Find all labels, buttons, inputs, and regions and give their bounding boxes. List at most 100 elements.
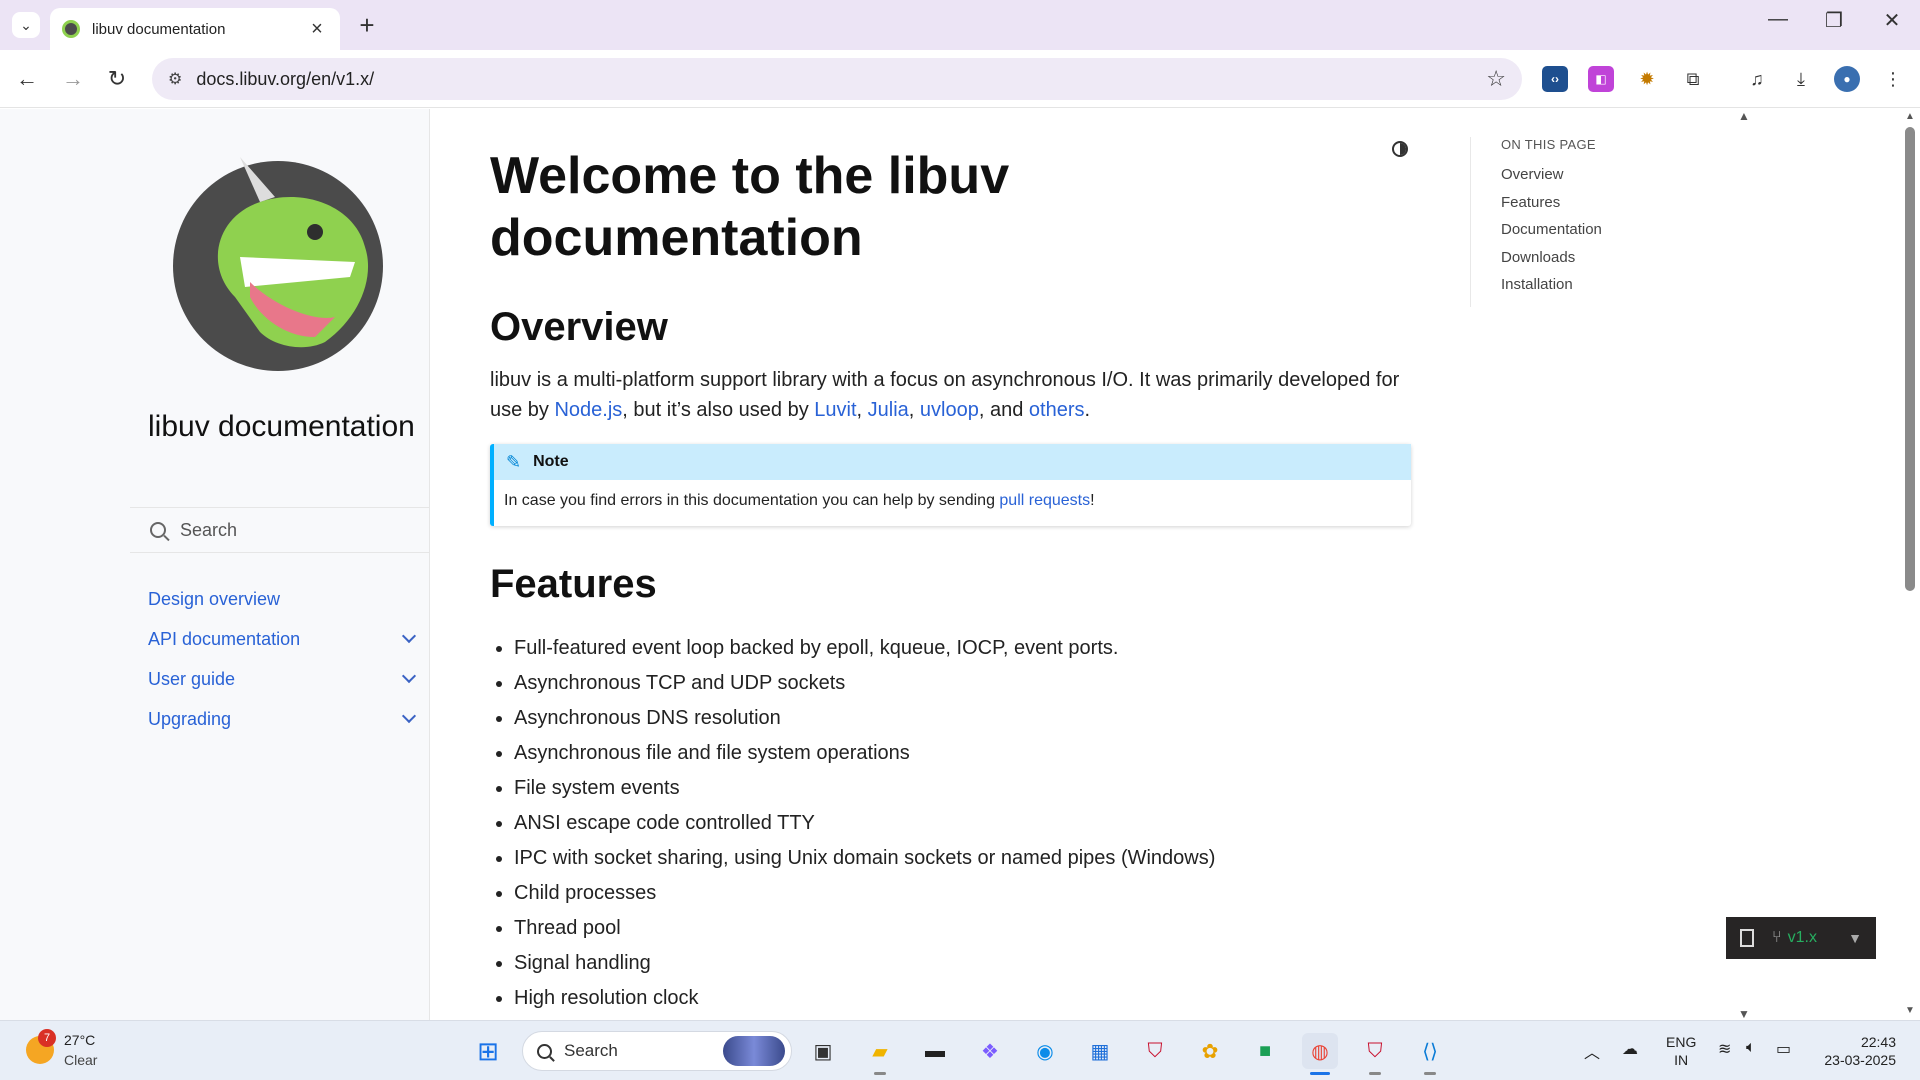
extension-code-icon[interactable]: ‹› (1542, 66, 1568, 92)
reload-icon: ↻ (107, 66, 127, 91)
mcafee-icon[interactable]: ⛉ (1137, 1033, 1173, 1069)
libuv-favicon-icon (62, 20, 80, 38)
page-scrollbar[interactable]: ▲ ▼ (1900, 109, 1920, 1020)
onedrive-cloud-icon[interactable]: ☁ (1622, 1039, 1638, 1059)
mcafee-security-icon[interactable]: ⛉ (1357, 1033, 1393, 1075)
scroll-down-arrow-icon[interactable]: ▼ (1905, 1005, 1915, 1016)
wifi-icon[interactable]: ≋ (1718, 1039, 1731, 1059)
profile-avatar[interactable]: ● (1834, 66, 1860, 92)
link-julia[interactable]: Julia (868, 399, 909, 421)
weather-temperature[interactable]: 27°C (64, 1032, 95, 1048)
sidebar-item-api-documentation[interactable]: API documentation (148, 619, 420, 659)
link-nodejs[interactable]: Node.js (554, 399, 622, 421)
sidebar-item-design-overview[interactable]: Design overview (148, 579, 420, 619)
list-item: Child processes (514, 876, 1414, 911)
file-explorer-icon[interactable]: ▰ (862, 1033, 898, 1075)
list-item: Signal handling (514, 946, 1414, 981)
tab-title: libuv documentation (92, 20, 226, 38)
edge-browser-icon[interactable]: ◉ (1027, 1033, 1063, 1069)
terminal-icon[interactable]: ▬ (917, 1033, 953, 1069)
restore-window-button[interactable]: ❐ (1814, 8, 1854, 33)
site-info-icon[interactable]: ⚙ (168, 69, 182, 89)
browser-menu-icon[interactable]: ⋮ (1880, 66, 1906, 92)
note-body: In case you find errors in this document… (504, 492, 1095, 509)
scrollbar-thumb[interactable] (1905, 127, 1915, 591)
libuv-logo[interactable] (165, 147, 391, 373)
show-hidden-icons-chevron-icon[interactable]: ︿ (1584, 1039, 1600, 1063)
note-header: ✎ Note (494, 444, 1411, 480)
toc-scroll-up-icon[interactable]: ▲ (1738, 109, 1750, 123)
downloads-icon[interactable]: ⤓ (1788, 66, 1814, 92)
address-bar[interactable]: ⚙ docs.libuv.org/en/v1.x/ ☆ (152, 58, 1522, 100)
chevron-down-icon[interactable] (401, 628, 417, 644)
photos-icon[interactable]: ✿ (1192, 1033, 1228, 1069)
list-item: IPC with socket sharing, using Unix doma… (514, 841, 1414, 876)
scroll-up-arrow-icon[interactable]: ▲ (1905, 111, 1915, 122)
reload-button[interactable]: ↻ (100, 62, 134, 96)
site-title[interactable]: libuv documentation (148, 409, 418, 445)
toc-item-installation[interactable]: Installation (1501, 276, 1670, 304)
link-others[interactable]: others (1029, 399, 1085, 421)
link-luvit[interactable]: Luvit (814, 399, 856, 421)
list-item: High resolution clock (514, 981, 1414, 1016)
theme-toggle-icon[interactable] (1392, 141, 1408, 157)
extension-pink-icon[interactable]: ◧ (1588, 66, 1614, 92)
minimize-window-button[interactable]: — (1758, 8, 1798, 31)
microsoft-store-icon[interactable]: ▦ (1082, 1033, 1118, 1069)
media-controls-icon[interactable]: ♫ (1744, 66, 1770, 92)
tab-search-button[interactable]: ⌄ (12, 12, 40, 38)
input-language[interactable]: ENG IN (1666, 1033, 1696, 1069)
google-meet-icon[interactable]: ■ (1247, 1033, 1283, 1069)
toc-scroll-down-icon[interactable]: ▼ (1738, 1007, 1750, 1020)
browser-tab[interactable]: libuv documentation × (50, 8, 340, 50)
close-window-button[interactable]: ✕ (1872, 8, 1912, 33)
sidebar-search[interactable] (130, 507, 430, 553)
windows-start-icon[interactable]: ⊞ (470, 1033, 506, 1069)
sidebar-item-user-guide[interactable]: User guide (148, 659, 420, 699)
link-uvloop[interactable]: uvloop (920, 399, 979, 421)
url-text[interactable]: docs.libuv.org/en/v1.x/ (196, 69, 1486, 90)
close-tab-icon[interactable]: × (306, 18, 328, 41)
extensions-puzzle-icon[interactable]: ⧉ (1680, 66, 1706, 92)
bookmark-star-icon[interactable]: ☆ (1486, 66, 1506, 92)
sidebar-item-label[interactable]: Design overview (148, 589, 280, 610)
docs-sidebar: libuv documentation Design overview API … (0, 109, 430, 1020)
chevron-down-icon[interactable] (401, 668, 417, 684)
chevron-down-icon: ⌄ (20, 16, 32, 33)
vscode-icon[interactable]: ⟨⟩ (1412, 1033, 1448, 1075)
forward-button[interactable]: → (56, 62, 90, 96)
language-code: ENG (1666, 1034, 1697, 1050)
battery-icon[interactable]: ▭ (1776, 1039, 1791, 1059)
taskbar-search[interactable]: Search (522, 1031, 792, 1071)
windows-taskbar: 7 27°C Clear ⊞ Search ▣ ▰ ▬ ❖ ◉ ▦ ⛉ ✿ ■ … (0, 1020, 1920, 1080)
extension-bug-icon[interactable]: ✹ (1634, 66, 1660, 92)
volume-icon[interactable]: 🔈︎ (1746, 1039, 1756, 1057)
back-button[interactable]: ← (10, 62, 44, 96)
caret-down-icon: ▼ (1848, 930, 1862, 946)
running-indicator (874, 1072, 886, 1075)
toc-item-documentation[interactable]: Documentation (1501, 221, 1670, 249)
weather-condition[interactable]: Clear (64, 1052, 97, 1068)
features-list: Full-featured event loop backed by epoll… (514, 631, 1414, 1016)
chevron-down-icon[interactable] (401, 708, 417, 724)
version-selector[interactable]: ⑂ v1.x ▼ (1726, 917, 1876, 959)
region-code: IN (1674, 1052, 1689, 1068)
search-input[interactable] (180, 519, 410, 541)
copilot-icon[interactable]: ❖ (972, 1033, 1008, 1069)
overview-heading: Overview (490, 305, 668, 349)
link-pull-requests[interactable]: pull requests (999, 492, 1090, 509)
sidebar-item-label[interactable]: API documentation (148, 629, 300, 650)
sidebar-item-label[interactable]: Upgrading (148, 709, 231, 730)
clock-time: 22:43 (1860, 1034, 1896, 1050)
new-tab-button[interactable]: + (352, 10, 382, 41)
chrome-icon[interactable]: ◍ (1302, 1033, 1338, 1075)
toc-item-downloads[interactable]: Downloads (1501, 249, 1670, 277)
toc-item-overview[interactable]: Overview (1501, 166, 1670, 194)
list-item: Asynchronous file and file system operat… (514, 736, 1414, 771)
system-clock[interactable]: 22:43 23-03-2025 (1816, 1033, 1896, 1069)
toc-item-features[interactable]: Features (1501, 194, 1670, 222)
sidebar-item-label[interactable]: User guide (148, 669, 235, 690)
list-item: Asynchronous DNS resolution (514, 701, 1414, 736)
sidebar-item-upgrading[interactable]: Upgrading (148, 699, 420, 739)
task-view-icon[interactable]: ▣ (805, 1033, 841, 1069)
